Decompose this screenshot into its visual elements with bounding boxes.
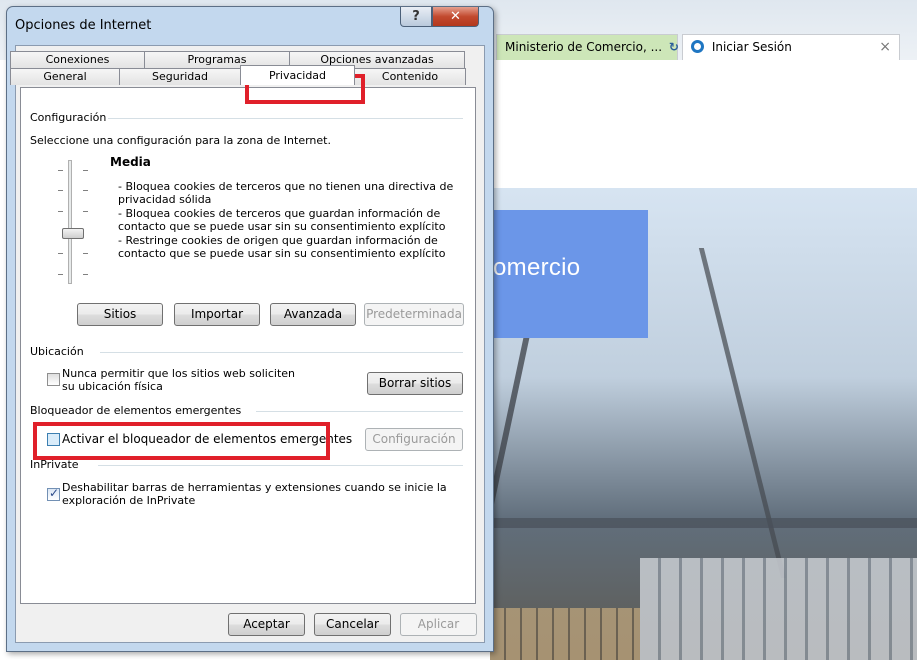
tab-general[interactable]: General <box>10 68 120 85</box>
crane-beam <box>490 518 917 528</box>
slider-tick <box>83 253 88 254</box>
site-favicon-icon <box>691 40 704 53</box>
group-label-ubicacion: Ubicación <box>30 345 84 358</box>
highlight-popup-blocker <box>33 422 330 460</box>
advanced-button[interactable]: Avanzada <box>270 303 356 326</box>
group-divider <box>108 118 463 119</box>
group-label-popup-blocker: Bloqueador de elementos emergentes <box>30 404 242 417</box>
description-line: contacto que se puede usar sin su consen… <box>118 247 446 260</box>
tab-privacidad[interactable]: Privacidad <box>240 65 355 85</box>
location-checkbox-label: Nunca permitir que los sitios web solici… <box>62 367 296 380</box>
cancel-button[interactable]: Cancelar <box>314 613 391 636</box>
tab-label: Ministerio de Comercio, ... <box>505 40 663 54</box>
close-button[interactable]: ✕ <box>432 7 479 27</box>
slider-tick <box>58 211 63 212</box>
crane-shape <box>490 328 726 568</box>
ok-button[interactable]: Aceptar <box>228 613 305 636</box>
import-button[interactable]: Importar <box>174 303 260 326</box>
popup-settings-button[interactable]: Configuración <box>365 428 463 451</box>
container-stack <box>490 608 640 660</box>
inprivate-checkbox-label: Deshabilitar barras de herramientas y ex… <box>62 481 447 494</box>
privacy-tab-panel <box>20 87 476 604</box>
sites-button[interactable]: Sitios <box>77 303 163 326</box>
refresh-icon[interactable]: ↻ <box>669 40 679 54</box>
tab-row-top: Conexiones Programas Opciones avanzadas <box>10 51 465 68</box>
slider-tick <box>58 274 63 275</box>
browser-tab-ministerio[interactable]: Ministerio de Comercio, ... ↻ <box>496 34 679 60</box>
privacy-slider-thumb[interactable] <box>62 228 84 239</box>
inprivate-checkbox[interactable] <box>47 486 60 501</box>
close-tab-icon[interactable]: × <box>879 39 891 55</box>
slider-tick <box>58 170 63 171</box>
slider-tick <box>58 253 63 254</box>
description-line: privacidad sólida <box>118 193 212 206</box>
privacy-slider-track[interactable] <box>68 160 72 284</box>
location-checkbox[interactable] <box>47 373 60 386</box>
container-stack <box>640 558 917 660</box>
privacy-level-label: Media <box>110 155 151 169</box>
tab-seguridad[interactable]: Seguridad <box>119 68 241 85</box>
group-divider <box>98 465 463 466</box>
crane-shape <box>698 248 917 578</box>
tab-label: Iniciar Sesión <box>711 40 792 54</box>
description-line: - Bloquea cookies de terceros que no tie… <box>118 180 454 193</box>
location-checkbox-label: su ubicación física <box>62 380 163 393</box>
group-label-configuracion: Configuración <box>30 111 107 124</box>
tab-contenido[interactable]: Contenido <box>354 68 466 85</box>
default-button[interactable]: Predeterminada <box>364 303 464 326</box>
description-line: - Bloquea cookies de terceros que guarda… <box>118 207 441 220</box>
apply-button[interactable]: Aplicar <box>400 613 477 636</box>
slider-tick <box>83 190 88 191</box>
brand-banner: omercio <box>490 210 648 338</box>
slider-tick <box>83 211 88 212</box>
description-line: - Restringe cookies de origen que guarda… <box>118 234 438 247</box>
browser-tab-iniciar-sesion[interactable]: Iniciar Sesión × <box>682 34 900 60</box>
tab-row-bottom: General Seguridad Privacidad Contenido <box>10 65 466 85</box>
slider-tick <box>58 190 63 191</box>
group-divider <box>256 411 463 412</box>
slider-tick <box>83 170 88 171</box>
group-divider <box>100 352 463 353</box>
clear-sites-button[interactable]: Borrar sitios <box>367 372 463 395</box>
config-intro-text: Seleccione una configuración para la zon… <box>30 134 331 147</box>
tab-conexiones[interactable]: Conexiones <box>10 51 145 68</box>
help-button[interactable]: ? <box>400 7 432 27</box>
description-line: contacto que se puede usar sin su consen… <box>118 220 446 233</box>
dialog-title: Opciones de Internet <box>15 18 152 33</box>
inprivate-checkbox-label: exploración de InPrivate <box>62 494 196 507</box>
slider-tick <box>83 274 88 275</box>
dialog-titlebar[interactable]: Opciones de Internet ? ✕ <box>7 7 493 45</box>
brand-text: omercio <box>493 254 581 281</box>
